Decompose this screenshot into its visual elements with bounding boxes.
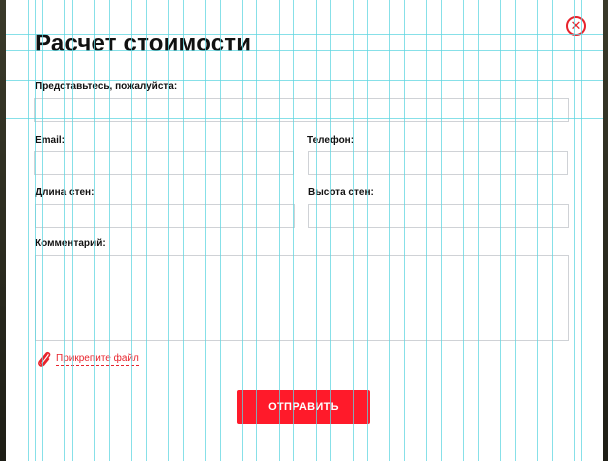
comment-field[interactable] [35, 255, 569, 341]
phone-label: Телефон: [307, 135, 355, 146]
phone-field[interactable] [308, 151, 568, 175]
email-label: Email: [35, 135, 66, 146]
comment-label: Комментарий: [35, 238, 106, 249]
wall-height-label: Высота стен: [308, 187, 374, 198]
paperclip-icon [38, 351, 51, 367]
email-field[interactable] [34, 151, 294, 175]
wall-height-field[interactable] [308, 204, 569, 228]
name-label: Представьтесь, пожалуйста: [35, 81, 178, 92]
wall-length-label: Длина стен: [35, 187, 95, 198]
attach-file-link[interactable]: Прикрепите файл [36, 350, 139, 368]
modal-title: Расчет стоимости [35, 30, 252, 57]
submit-button[interactable]: ОТПРАВИТЬ [237, 390, 370, 424]
close-icon[interactable]: ✕ [566, 16, 586, 36]
name-field[interactable] [34, 98, 569, 122]
attach-file-label: Прикрепите файл [56, 352, 139, 366]
cost-calculation-modal: Расчет стоимости ✕ Представьтесь, пожалу… [6, 0, 603, 461]
wall-length-field[interactable] [35, 204, 295, 228]
